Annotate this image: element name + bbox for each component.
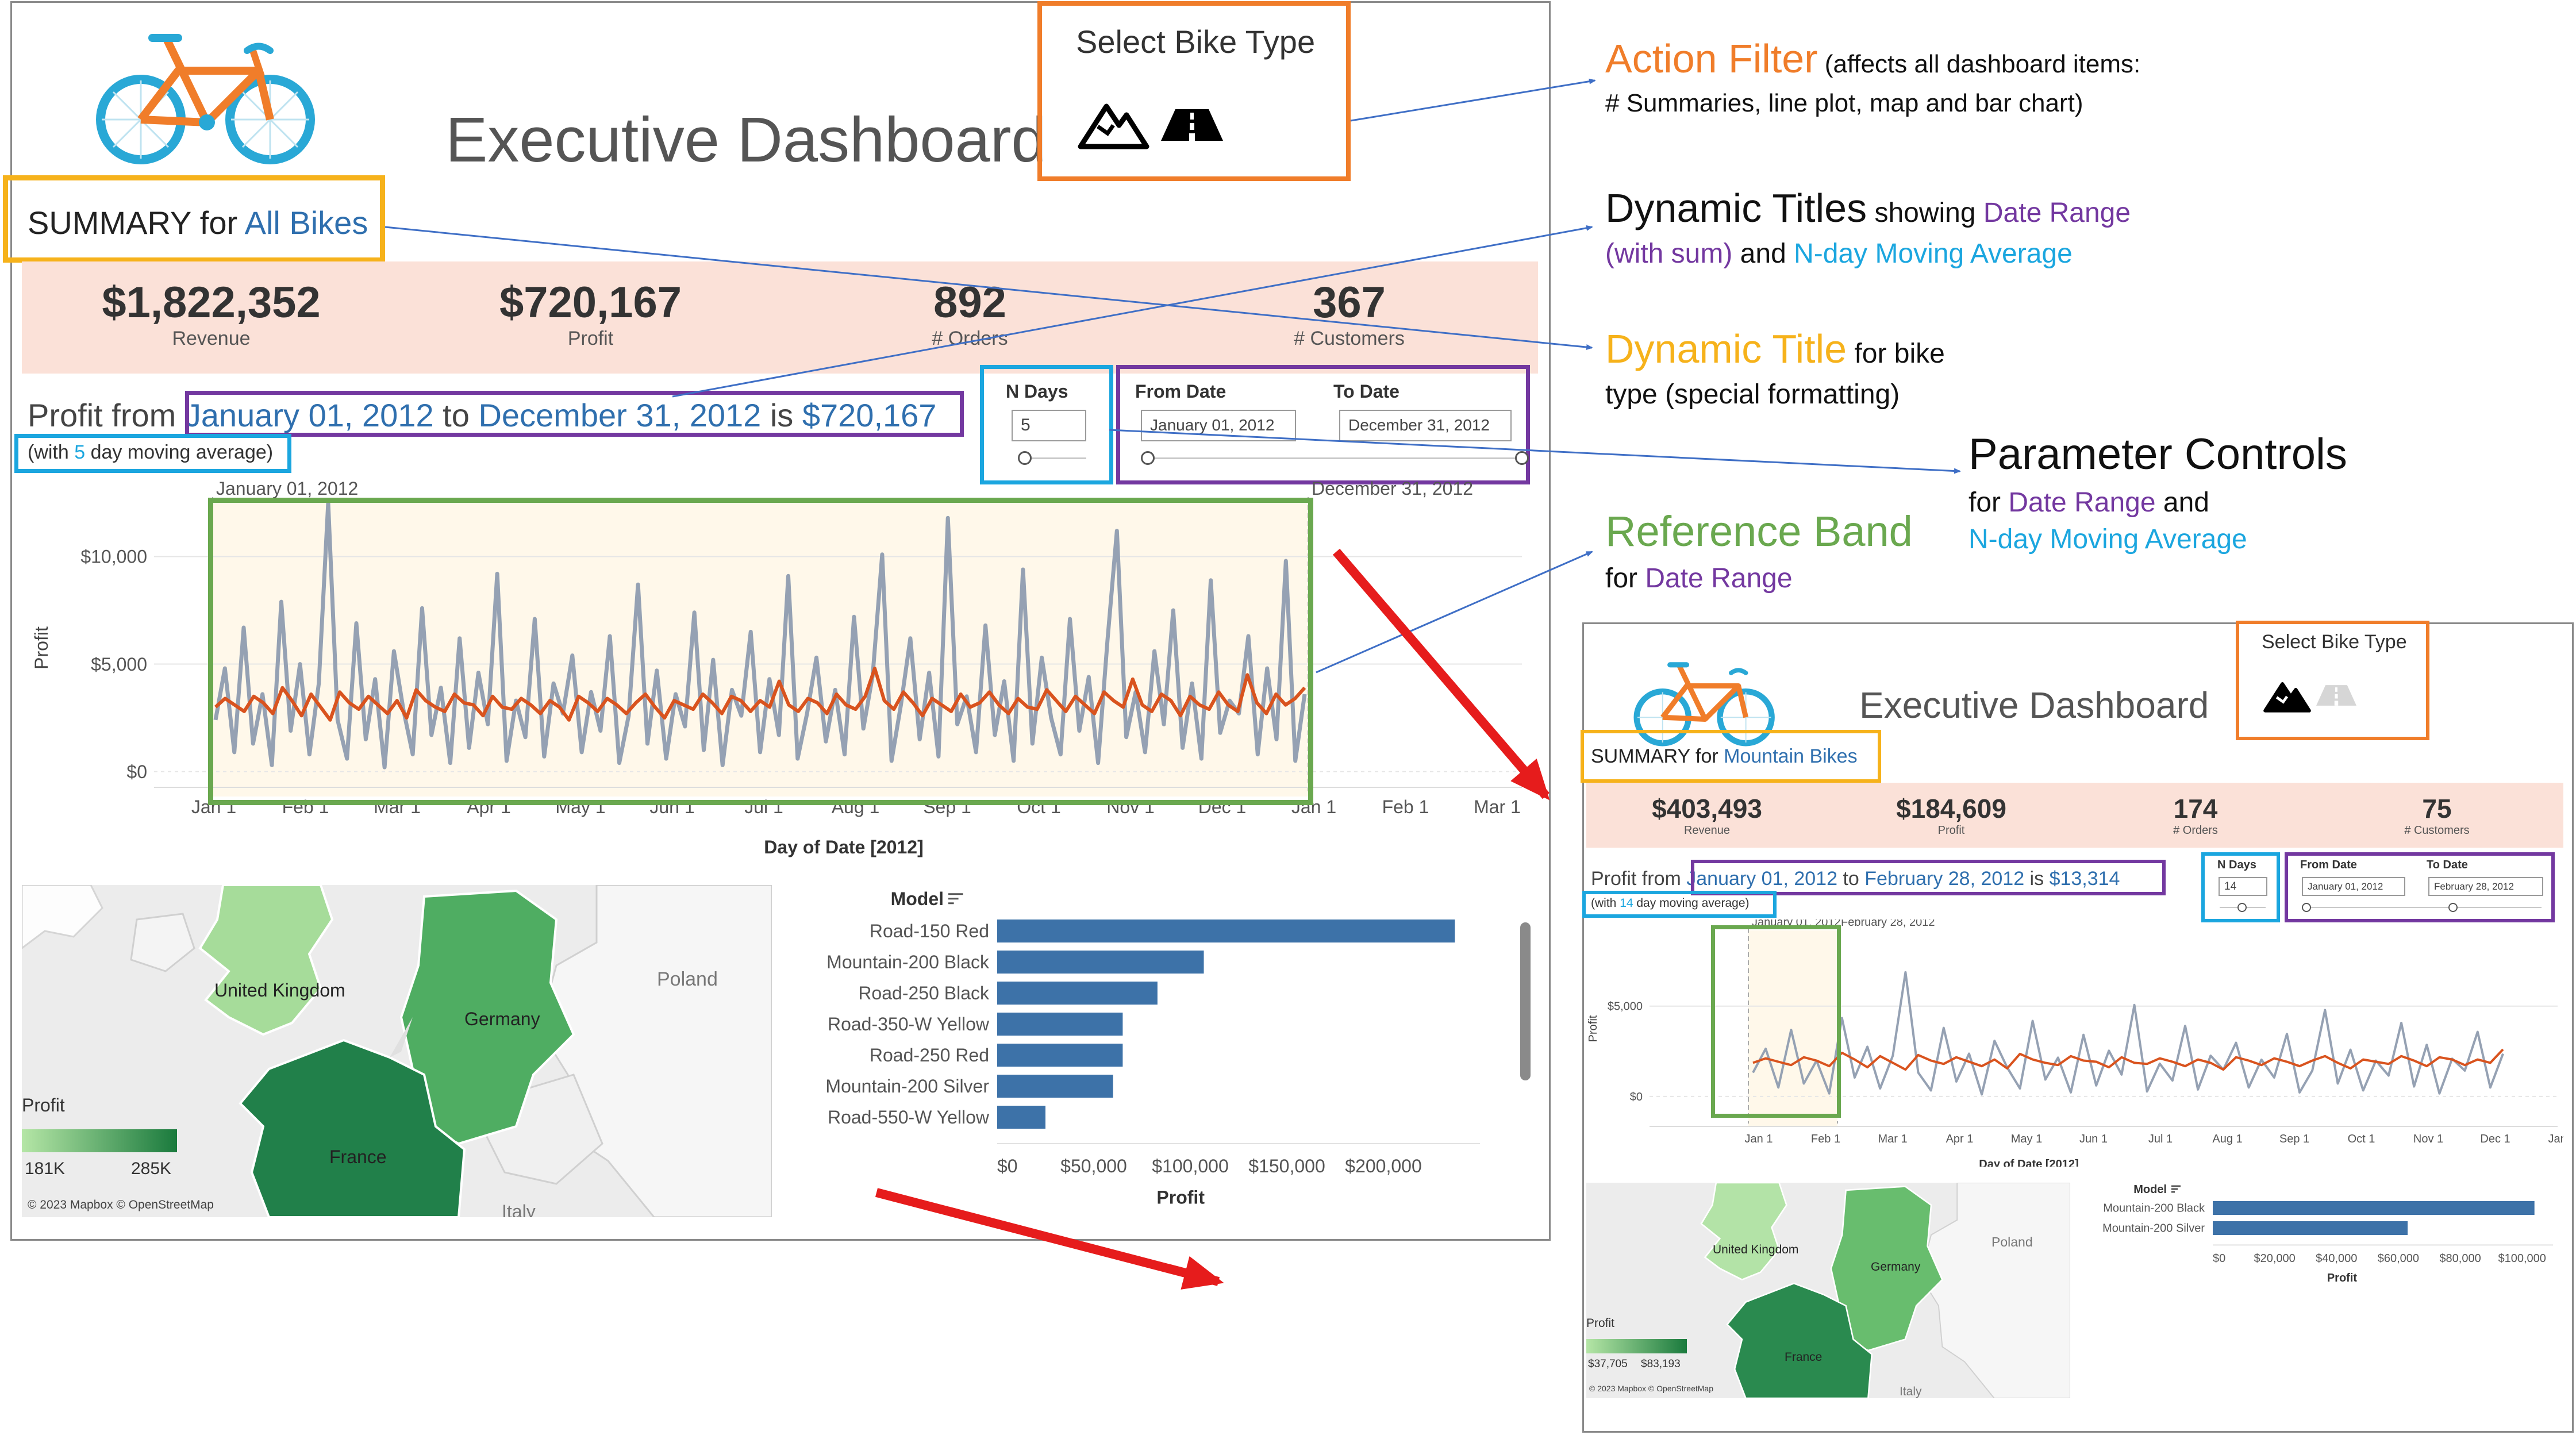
kpi-label: # Orders [2173,824,2218,837]
summary-prefix: SUMMARY for [1591,745,1724,767]
kpi-value: 75 [2422,794,2452,824]
moving-average-title-box [1582,891,1777,918]
ndays-slider-knob[interactable] [2237,903,2247,912]
road-bike-icon[interactable] [2316,684,2356,707]
select-bike-type-label: Select Bike Type [2262,631,2407,653]
x-axis-tick: Sep 1 [2279,1133,2309,1145]
map-credit: © 2023 Mapbox © OpenStreetMap [1589,1384,1713,1393]
bar-chart-header: Model [2133,1183,2167,1196]
bar-axis-title: Profit [2327,1272,2358,1284]
bar-axis-tick: $80,000 [2439,1252,2481,1265]
summary-title: SUMMARY for Mountain Bikes [1591,745,1858,768]
model-profit-bar-chart: Model Mountain-200 Black Mountain-200 Silv… [2102,1183,2553,1284]
to-date-label: To Date [2427,859,2468,871]
map-label-poland: Poland [1991,1234,2033,1249]
kpi-label: Revenue [1683,824,1731,837]
x-axis-tick: Oct 1 [2348,1133,2375,1145]
x-axis-tick: Nov 1 [2413,1133,2443,1145]
map-label-italy: Italy [1900,1385,1922,1398]
bar-axis-tick: $20,000 [2254,1252,2295,1265]
ndays-label: N Days [2217,859,2256,871]
x-axis-tick: May 1 [2011,1133,2042,1145]
sort-icon [2171,1185,2181,1193]
map-label-france: France [1785,1351,1823,1364]
from-date-label: From Date [2300,859,2357,871]
x-axis-tick: Mar 1 [1878,1133,1907,1145]
map-label-uk: United Kingdom [1713,1243,1799,1256]
bar [2213,1221,2408,1235]
kpi-value: $184,609 [1896,794,2006,824]
map-legend-max: $83,193 [1641,1358,1681,1370]
bar-category-label: Mountain-200 Silver [2102,1222,2205,1235]
summary-bike-type: Mountain Bikes [1724,745,1858,767]
to-date-input[interactable]: February 28, 2012 [2428,877,2543,896]
ndays-input[interactable]: 14 [2219,877,2267,896]
bar-category-label: Mountain-200 Black [2103,1202,2205,1215]
kpi-profit: $184,609 Profit [1854,793,2049,837]
y-axis-title: Profit [1587,1015,1600,1042]
from-date-slider-knob[interactable] [2302,903,2311,912]
x-axis-tick: Jan 1 [1745,1133,1773,1145]
kpi-label: Profit [1937,824,1965,837]
kpi-revenue: $403,493 Revenue [1609,793,1805,837]
map-label-germany: Germany [1871,1260,1921,1274]
profit-series-line [1752,971,2504,1096]
x-axis-tick: Feb 1 [1811,1133,1840,1145]
x-axis-tick: Jan 1 [2548,1133,2563,1145]
date-range-title-box [1691,860,2166,895]
page-title: Executive Dashboard [1859,684,2209,726]
from-date-input[interactable]: January 01, 2012 [2302,877,2405,896]
x-axis-tick: Dec 1 [2480,1133,2510,1145]
mountain-bike-icon[interactable] [2263,678,2312,713]
x-axis-tick: Jun 1 [2079,1133,2108,1145]
kpi-orders: 174 # Orders [2098,793,2293,837]
kpi-label: # Customers [2404,824,2470,837]
y-axis-tick: $5,000 [1608,1001,1643,1013]
bar-axis-tick: $60,000 [2378,1252,2419,1265]
bar-axis-tick: $40,000 [2316,1252,2357,1265]
to-date-slider-knob[interactable] [2448,903,2458,912]
kpi-value: $403,493 [1652,794,1762,824]
map-legend-gradient [1586,1339,1687,1353]
profit-prefix: Profit from [1591,868,1687,890]
bar-axis-tick: $0 [2213,1252,2225,1265]
country-profit-map[interactable]: United Kingdom Germany Poland France Ita… [1586,1183,2070,1398]
x-axis-tick: Aug 1 [2212,1133,2242,1145]
band-end-label: February 28, 2012 [1841,920,1935,929]
x-axis-title: Day of Date [2012] [1979,1158,2078,1167]
kpi-value: 174 [2173,794,2218,824]
map-legend-min: $37,705 [1588,1358,1628,1370]
bar-axis-tick: $100,000 [2498,1252,2546,1265]
reference-band-box [1711,925,1841,1118]
x-axis-tick: Jul 1 [2148,1133,2173,1145]
date-range-slider-track[interactable] [2306,907,2542,908]
y-axis-tick: $0 [1630,1091,1643,1103]
map-legend-title: Profit [1586,1317,1615,1330]
kpi-customers: 75 # Customers [2339,793,2535,837]
bar [2213,1201,2535,1215]
x-axis-tick: Apr 1 [1946,1133,1974,1145]
